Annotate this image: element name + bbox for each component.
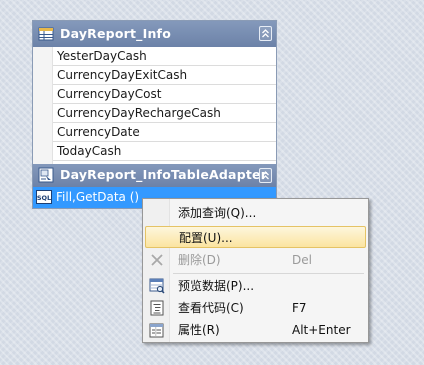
column-row[interactable]: YesterDayCash [53,47,276,66]
menu-item-label: 属性(R) [178,323,220,337]
column-row[interactable]: CurrencyDayCost [53,85,276,104]
view-code-icon [150,300,164,316]
column-name: CurrencyDayCost [57,87,162,101]
column-name: CurrencyDate [57,125,140,139]
collapse-datatable-button[interactable] [259,26,272,41]
datatable-title: DayReport_Info [60,26,171,41]
menu-item-label: 删除(D) [178,253,221,267]
column-name: CurrencyDayExitCash [57,68,188,82]
collapse-tableadapter-button[interactable] [259,168,272,183]
query-name: Fill,GetData () [56,190,140,204]
svg-text:SQL: SQL [37,194,51,202]
column-row[interactable]: CurrencyDate [53,123,276,142]
column-row[interactable]: TodayCash [53,142,276,161]
menu-item-preview-data[interactable]: 预览数据(P)... [145,275,366,297]
column-list: YesterDayCash CurrencyDayExitCash Curren… [33,47,276,164]
menu-item-add-query[interactable]: 添加查询(Q)... [145,202,366,224]
menu-item-label: 查看代码(C) [178,301,244,315]
tableadapter-icon [38,167,54,183]
menu-item-label: 预览数据(P)... [178,279,255,293]
menu-item-label: 添加查询(Q)... [178,206,257,220]
menu-item-properties[interactable]: 属性(R) Alt+Enter [145,319,366,341]
column-name: CurrencyDayRechargeCash [57,106,221,120]
preview-data-icon [149,278,165,294]
menu-item-shortcut: F7 [292,301,307,315]
menu-separator [173,273,364,274]
properties-icon [149,323,164,338]
menu-item-label: 配置(U)... [179,231,233,245]
column-row[interactable]: CurrencyDayRechargeCash [53,104,276,123]
menu-item-delete[interactable]: 删除(D) Del [145,249,366,271]
tableadapter-header[interactable]: DayReport_InfoTableAdapter [33,164,276,187]
row-selector-gutter [33,47,53,164]
column-name: YesterDayCash [57,49,147,63]
chevron-up-double-icon [262,29,269,38]
sql-query-icon: SQL [36,190,52,204]
context-menu: 添加查询(Q)... 配置(U)... 删除(D) Del 预览数据(P)... [142,198,369,343]
chevron-up-double-icon [262,171,269,180]
delete-x-icon [151,254,163,266]
datatable-icon [38,27,54,41]
tableadapter-title: DayReport_InfoTableAdapter [60,167,268,182]
menu-item-shortcut: Del [292,253,312,267]
menu-item-shortcut: Alt+Enter [292,323,351,337]
datatable-designer[interactable]: DayReport_Info YesterDayCash CurrencyDay… [32,20,277,209]
menu-item-view-code[interactable]: 查看代码(C) F7 [145,297,366,319]
menu-item-configure[interactable]: 配置(U)... [145,226,366,248]
column-row[interactable]: CurrencyDayExitCash [53,66,276,85]
column-name: TodayCash [57,144,122,158]
datatable-header[interactable]: DayReport_Info [33,21,276,47]
